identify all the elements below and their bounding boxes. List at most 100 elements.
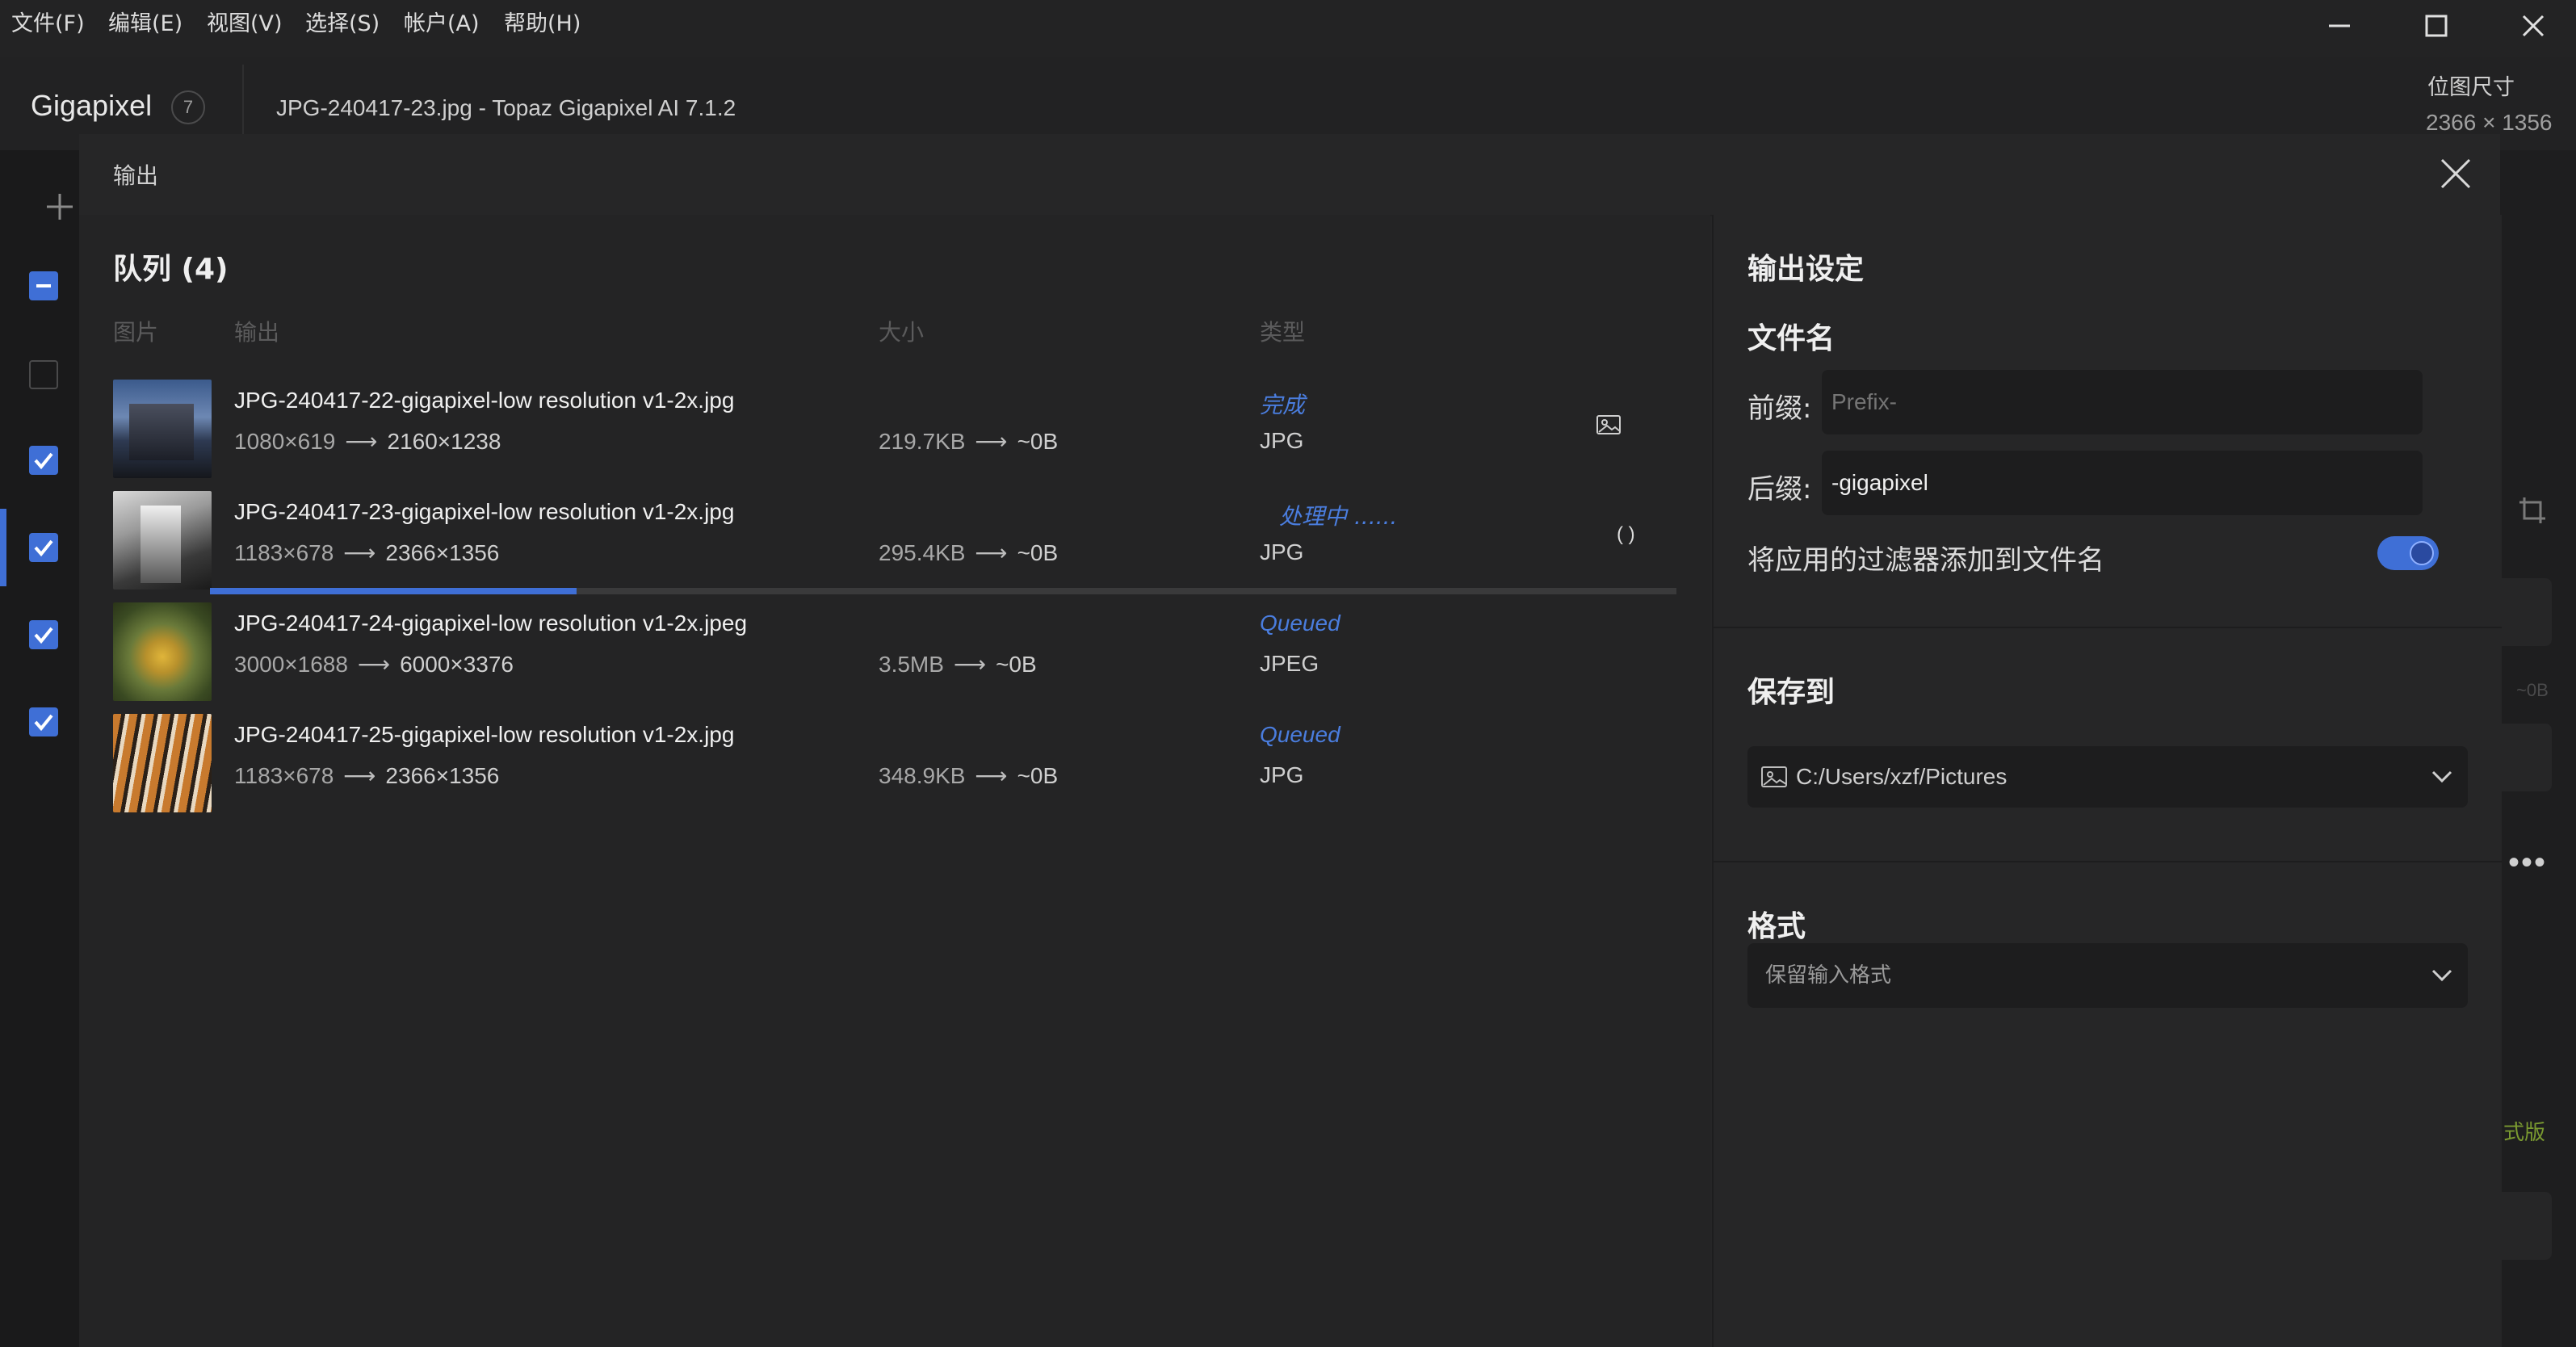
column-header-image: 图片 xyxy=(113,319,159,346)
queue-title: 队列 (4) xyxy=(113,253,229,286)
prefix-input[interactable] xyxy=(1822,370,2423,434)
image-list-sidebar xyxy=(0,150,79,1347)
minimize-button[interactable] xyxy=(2295,0,2384,52)
file-name: JPG-240417-22-gigapixel-low resolution v… xyxy=(234,388,735,413)
version-badge: 7 xyxy=(171,90,205,124)
status-queued: Queued xyxy=(1260,722,1340,747)
dim-from: 3000×1688 xyxy=(234,652,348,677)
menu-help[interactable]: 帮助(H) xyxy=(504,6,581,42)
section-divider xyxy=(1714,627,2502,628)
menu-select[interactable]: 选择(S) xyxy=(305,6,380,42)
window-title: JPG-240417-23.jpg - Topaz Gigapixel AI 7… xyxy=(276,95,736,120)
queue-row[interactable]: JPG-240417-22-gigapixel-low resolution v… xyxy=(79,375,1710,485)
file-type: JPG xyxy=(1260,428,1304,453)
more-options-icon[interactable]: ••• xyxy=(2508,845,2547,881)
thumbnail-bird xyxy=(113,602,212,701)
thumbnail-tiger xyxy=(113,714,212,812)
check-icon xyxy=(34,627,53,644)
size-from: 219.7KB xyxy=(879,429,966,454)
file-type: JPG xyxy=(1260,762,1304,787)
dim-from: 1183×678 xyxy=(234,763,334,788)
menu-bar: 文件(F) 编辑(E) 视图(V) 选择(S) 帐户(A) 帮助(H) xyxy=(0,0,2576,57)
arrow-icon: ⟶ xyxy=(975,540,1008,565)
close-icon xyxy=(2440,158,2471,189)
column-header-size: 大小 xyxy=(879,319,925,346)
arrow-icon: ⟶ xyxy=(975,429,1008,454)
format-dropdown[interactable]: 保留输入格式 xyxy=(1747,943,2468,1008)
file-name: JPG-240417-23-gigapixel-low resolution v… xyxy=(234,499,735,524)
dialog-title: 输出 xyxy=(113,162,159,189)
size-to: ~0B xyxy=(1017,540,1059,565)
size-to: ~0B xyxy=(1017,429,1059,454)
dim-to: 2160×1238 xyxy=(387,429,501,454)
header-divider xyxy=(242,65,244,142)
filename-section-title: 文件名 xyxy=(1747,322,1836,355)
progress-fill xyxy=(210,588,577,594)
file-size: 3.5MB ⟶ ~0B xyxy=(879,651,1037,678)
toggle-knob xyxy=(2410,541,2434,565)
item-checkbox-2[interactable] xyxy=(29,446,58,475)
close-dialog-button[interactable] xyxy=(2435,153,2476,194)
add-icon[interactable] xyxy=(44,191,76,223)
check-icon xyxy=(34,452,53,470)
folder-image-icon[interactable] xyxy=(1596,413,1623,438)
bitmap-size-label: 位图尺寸 xyxy=(2427,75,2515,100)
save-path-dropdown[interactable]: C:/Users/xzf/Pictures xyxy=(1747,746,2468,808)
close-window-button[interactable] xyxy=(2489,0,2576,52)
close-icon xyxy=(2522,15,2545,37)
progress-track xyxy=(210,588,1676,594)
bg-size-hint: ~0B xyxy=(2516,680,2549,700)
suffix-label: 后缀: xyxy=(1747,473,1812,506)
column-header-type: 类型 xyxy=(1260,319,1306,346)
select-all-checkbox[interactable] xyxy=(29,271,58,300)
size-from: 348.9KB xyxy=(879,763,966,788)
menu-view[interactable]: 视图(V) xyxy=(207,6,283,42)
settings-title: 输出设定 xyxy=(1747,253,1865,286)
status-done: 完成 xyxy=(1260,392,1306,418)
column-header-output: 输出 xyxy=(234,319,280,346)
save-path-value: C:/Users/xzf/Pictures xyxy=(1796,764,2008,789)
bg-panel-block xyxy=(2500,1192,2552,1260)
item-checkbox-5[interactable] xyxy=(29,707,58,736)
format-title: 格式 xyxy=(1747,910,1806,943)
minus-icon xyxy=(36,284,51,287)
dim-to: 6000×3376 xyxy=(400,652,514,677)
menu-account[interactable]: 帐户(A) xyxy=(404,6,480,42)
bitmap-size-value: 2366 × 1356 xyxy=(2426,110,2553,135)
arrow-icon: ⟶ xyxy=(343,540,376,565)
background-right-panel: ~0B ••• 式版 xyxy=(2500,150,2576,1347)
dimensions: 3000×1688 ⟶ 6000×3376 xyxy=(234,651,514,678)
arrow-icon: ⟶ xyxy=(357,652,391,677)
save-to-title: 保存到 xyxy=(1747,676,1836,709)
menu-edit[interactable]: 编辑(E) xyxy=(108,6,183,42)
menu-file[interactable]: 文件(F) xyxy=(11,6,85,42)
dimensions: 1183×678 ⟶ 2366×1356 xyxy=(234,762,499,789)
status-queued: Queued xyxy=(1260,611,1340,636)
arrow-icon: ⟶ xyxy=(343,763,376,788)
bg-panel-block xyxy=(2500,724,2552,791)
trial-text: 式版 xyxy=(2503,1121,2546,1145)
item-checkbox-1[interactable] xyxy=(29,360,58,389)
chevron-down-icon xyxy=(2431,969,2452,982)
item-checkbox-4[interactable] xyxy=(29,620,58,649)
folder-image-icon xyxy=(1761,766,1787,787)
queue-row[interactable]: JPG-240417-25-gigapixel-low resolution v… xyxy=(79,709,1710,819)
active-item-indicator xyxy=(0,509,6,586)
dimensions: 1183×678 ⟶ 2366×1356 xyxy=(234,539,499,566)
thumbnail-statue xyxy=(113,491,212,590)
section-divider xyxy=(1714,861,2502,862)
maximize-button[interactable] xyxy=(2392,0,2481,52)
bg-panel-block xyxy=(2500,578,2552,646)
file-type: JPG xyxy=(1260,539,1304,564)
filter-toggle[interactable] xyxy=(2377,536,2439,570)
item-checkbox-3[interactable] xyxy=(29,533,58,562)
file-type: JPEG xyxy=(1260,651,1319,676)
dialog-header: 输出 xyxy=(79,134,2500,216)
chevron-down-icon xyxy=(2431,770,2452,783)
check-icon xyxy=(34,714,53,732)
queue-row[interactable]: JPG-240417-23-gigapixel-low resolution v… xyxy=(79,486,1710,596)
queue-row[interactable]: JPG-240417-24-gigapixel-low resolution v… xyxy=(79,598,1710,707)
suffix-input[interactable]: -gigapixel xyxy=(1822,451,2423,515)
dim-to: 2366×1356 xyxy=(385,540,500,565)
output-settings-panel: 输出设定 文件名 前缀: 后缀: -gigapixel 将应用的过滤器添加到文件… xyxy=(1712,215,2502,1347)
